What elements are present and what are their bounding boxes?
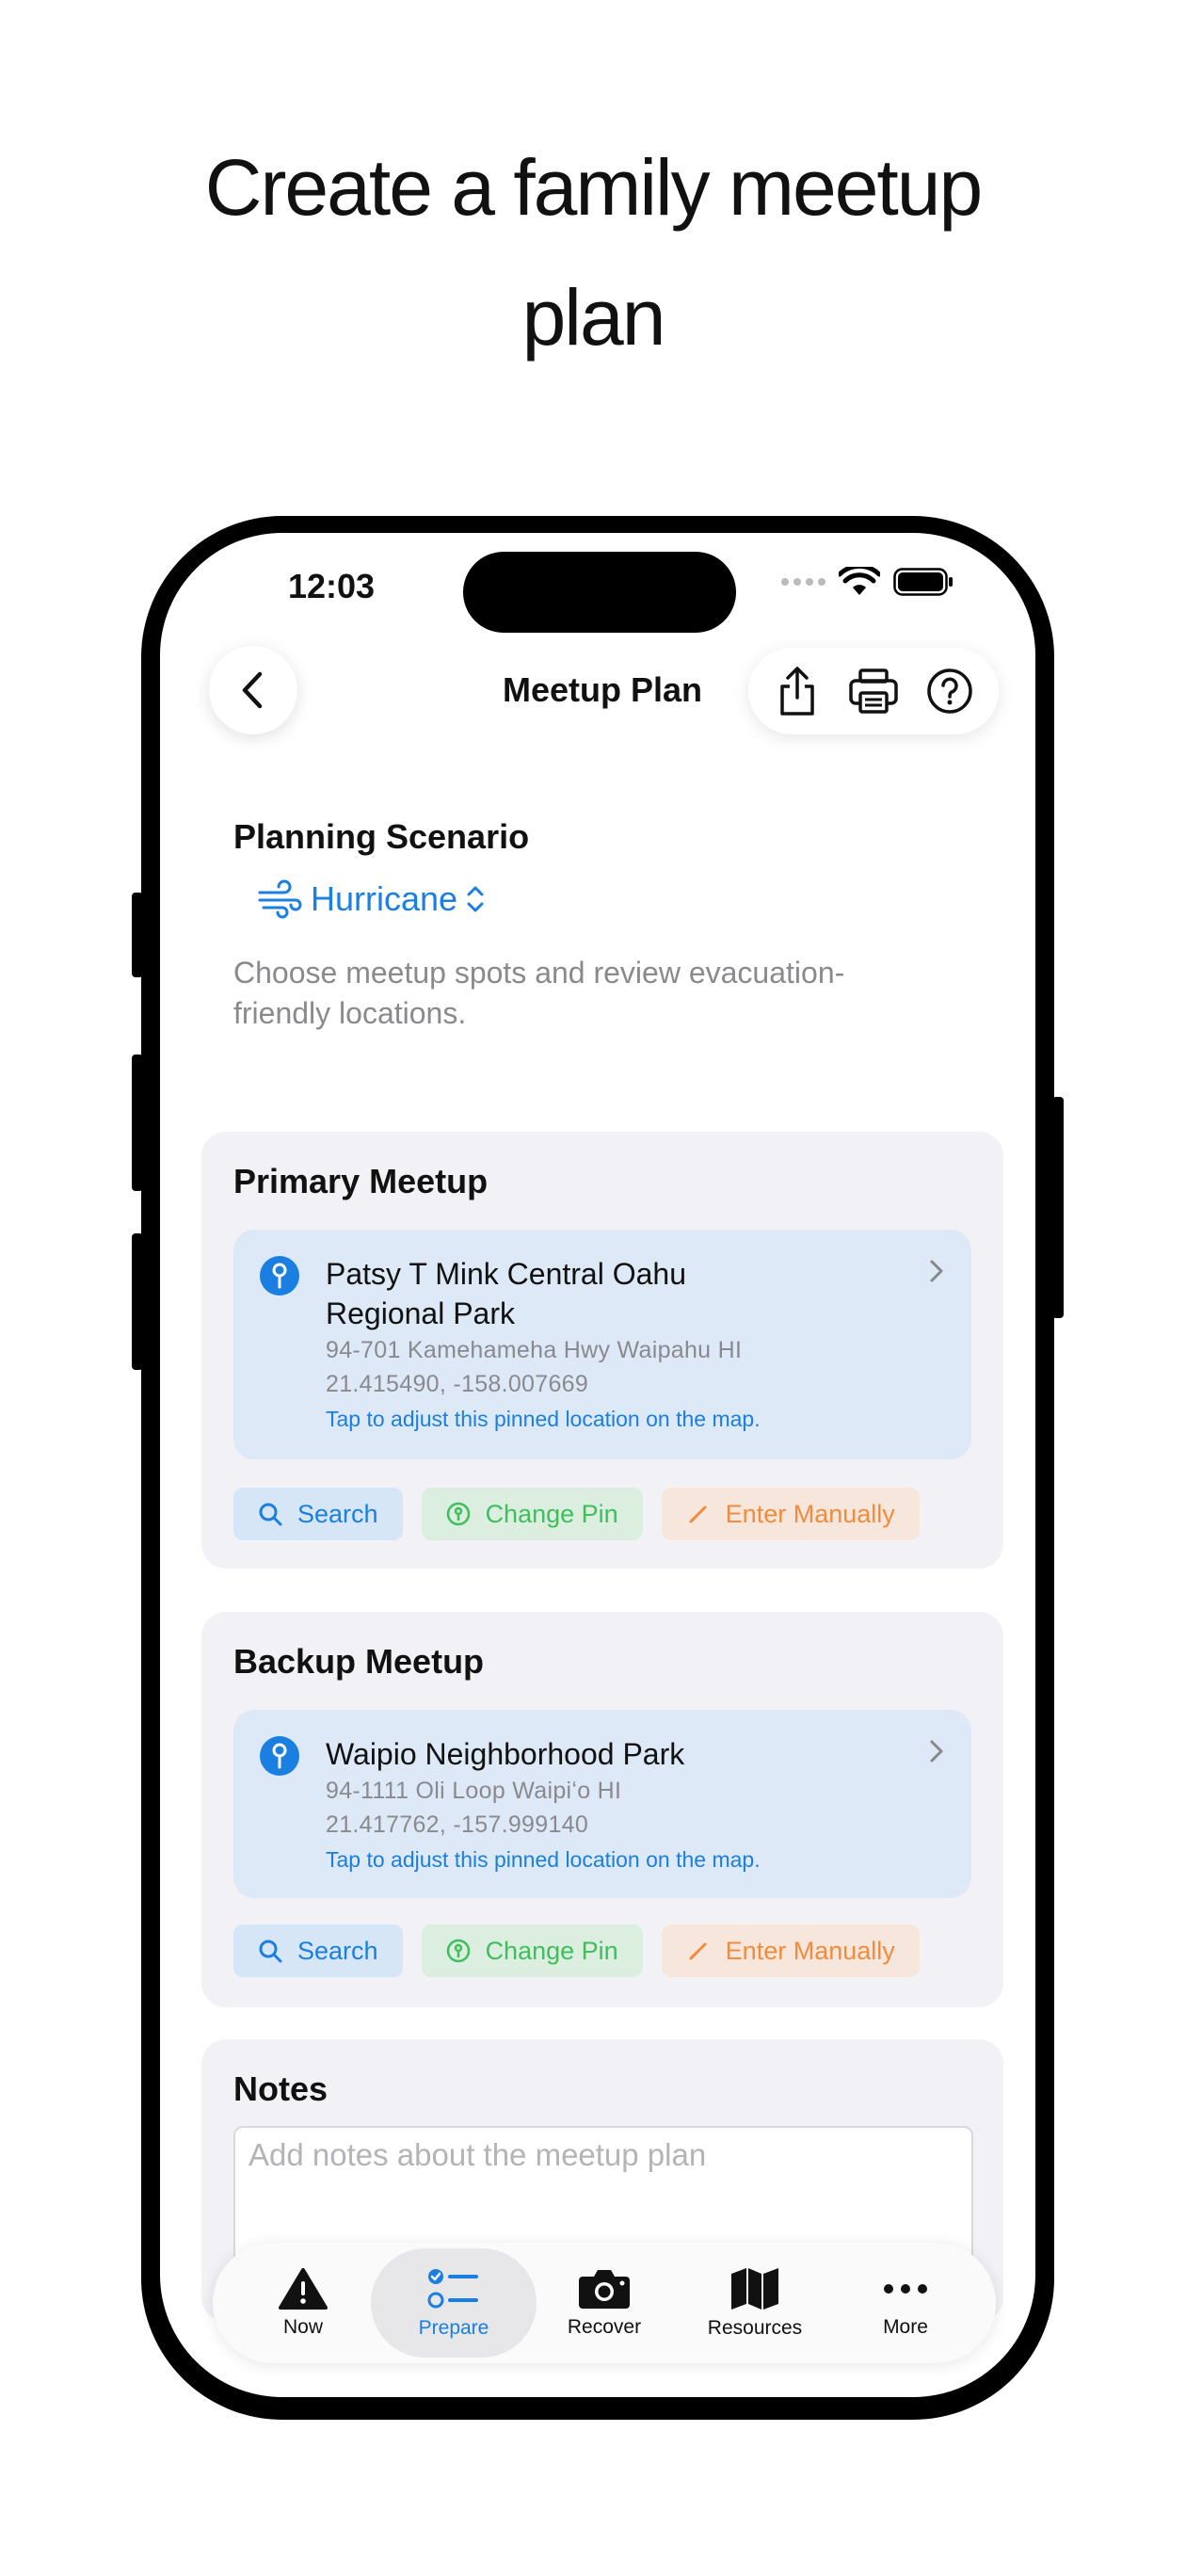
planning-scenario-label: Planning Scenario <box>233 817 530 856</box>
notes-placeholder: Add notes about the meetup plan <box>248 2137 707 2172</box>
warning-icon <box>279 2268 328 2310</box>
primary-location-address: 94-701 Kamehameha Hwy Waipahu HI <box>326 1337 743 1363</box>
chevron-right-icon <box>930 1740 943 1763</box>
tab-bar: Now Prepare Recover Resources More <box>213 2243 996 2363</box>
wifi-icon <box>839 567 880 595</box>
print-icon <box>849 668 898 714</box>
backup-location-name: Waipio Neighborhood Park <box>326 1737 685 1771</box>
nav-action-group <box>748 648 999 734</box>
share-button[interactable] <box>769 663 825 719</box>
ellipsis-icon <box>884 2284 927 2294</box>
notes-title: Notes <box>233 2069 329 2108</box>
status-icons <box>781 567 954 597</box>
backup-meetup-title: Backup Meetup <box>233 1642 485 1681</box>
print-button[interactable] <box>845 663 902 719</box>
pin-circle-icon <box>446 1502 470 1526</box>
signal-dots-icon <box>781 578 825 586</box>
tab-prepare[interactable]: Prepare <box>371 2248 537 2358</box>
map-pin-icon <box>260 1736 299 1776</box>
map-pin-icon <box>260 1256 299 1296</box>
chevron-updown-icon <box>467 886 484 912</box>
backup-meetup-card: Backup Meetup Waipio Neighborhood Park 9… <box>201 1612 1003 2007</box>
headline: Create a family meetup plan <box>0 122 1186 382</box>
wind-icon <box>258 879 302 919</box>
backup-location-address: 94-1111 Oli Loop Waipiʻo HI <box>326 1778 622 1804</box>
primary-meetup-title: Primary Meetup <box>233 1162 489 1200</box>
scenario-picker[interactable]: Hurricane <box>256 879 486 919</box>
back-button[interactable] <box>209 646 297 734</box>
headline-line-2: plan <box>521 273 666 362</box>
backup-action-row: Search Change Pin Enter Manually <box>233 1924 920 1977</box>
backup-location-hint: Tap to adjust this pinned location on th… <box>326 1847 761 1872</box>
scenario-value: Hurricane <box>311 879 458 918</box>
primary-location-name: Patsy T Mink Central Oahu Regional Park <box>326 1257 686 1330</box>
backup-enter-manually-button[interactable]: Enter Manually <box>661 1924 920 1977</box>
backup-location-coords: 21.417762, -157.999140 <box>326 1811 589 1838</box>
primary-enter-manually-button[interactable]: Enter Manually <box>661 1488 920 1540</box>
primary-meetup-card: Primary Meetup Patsy T Mink Central Oahu… <box>201 1132 1003 1569</box>
backup-location-box[interactable]: Waipio Neighborhood Park 94-1111 Oli Loo… <box>233 1710 971 1898</box>
primary-search-button[interactable]: Search <box>233 1488 403 1540</box>
phone-screen: 12:03 Meetup Plan Planning Scenario Hurr… <box>160 533 1035 2397</box>
tab-recover[interactable]: Recover <box>529 2248 680 2358</box>
chevron-left-icon <box>242 671 263 709</box>
nav-title: Meetup Plan <box>502 670 703 709</box>
headline-line-1: Create a family meetup <box>204 143 983 232</box>
map-icon <box>731 2268 778 2310</box>
checklist-icon <box>427 2269 478 2309</box>
search-icon <box>259 1503 282 1526</box>
status-time: 12:03 <box>288 567 376 605</box>
primary-change-pin-button[interactable]: Change Pin <box>421 1488 643 1540</box>
camera-icon <box>579 2270 630 2309</box>
backup-search-button[interactable]: Search <box>233 1924 403 1977</box>
primary-location-hint: Tap to adjust this pinned location on th… <box>326 1407 761 1431</box>
pin-circle-icon <box>446 1939 470 1963</box>
dynamic-island <box>463 552 736 633</box>
tab-now[interactable]: Now <box>228 2248 378 2358</box>
pencil-icon <box>689 1942 707 1960</box>
tab-resources[interactable]: Resources <box>680 2248 830 2358</box>
primary-action-row: Search Change Pin Enter Manually <box>233 1488 920 1540</box>
primary-location-box[interactable]: Patsy T Mink Central Oahu Regional Park … <box>233 1230 971 1459</box>
share-icon <box>780 667 815 716</box>
chevron-right-icon <box>930 1260 943 1282</box>
help-icon <box>926 668 972 714</box>
help-button[interactable] <box>922 663 978 719</box>
pencil-icon <box>689 1505 707 1523</box>
tab-more[interactable]: More <box>830 2248 981 2358</box>
primary-location-coords: 21.415490, -158.007669 <box>326 1371 589 1397</box>
battery-icon <box>893 568 953 596</box>
scenario-description: Choose meetup spots and review evacuatio… <box>233 956 845 1030</box>
backup-change-pin-button[interactable]: Change Pin <box>421 1924 643 1977</box>
search-icon <box>259 1940 282 1963</box>
